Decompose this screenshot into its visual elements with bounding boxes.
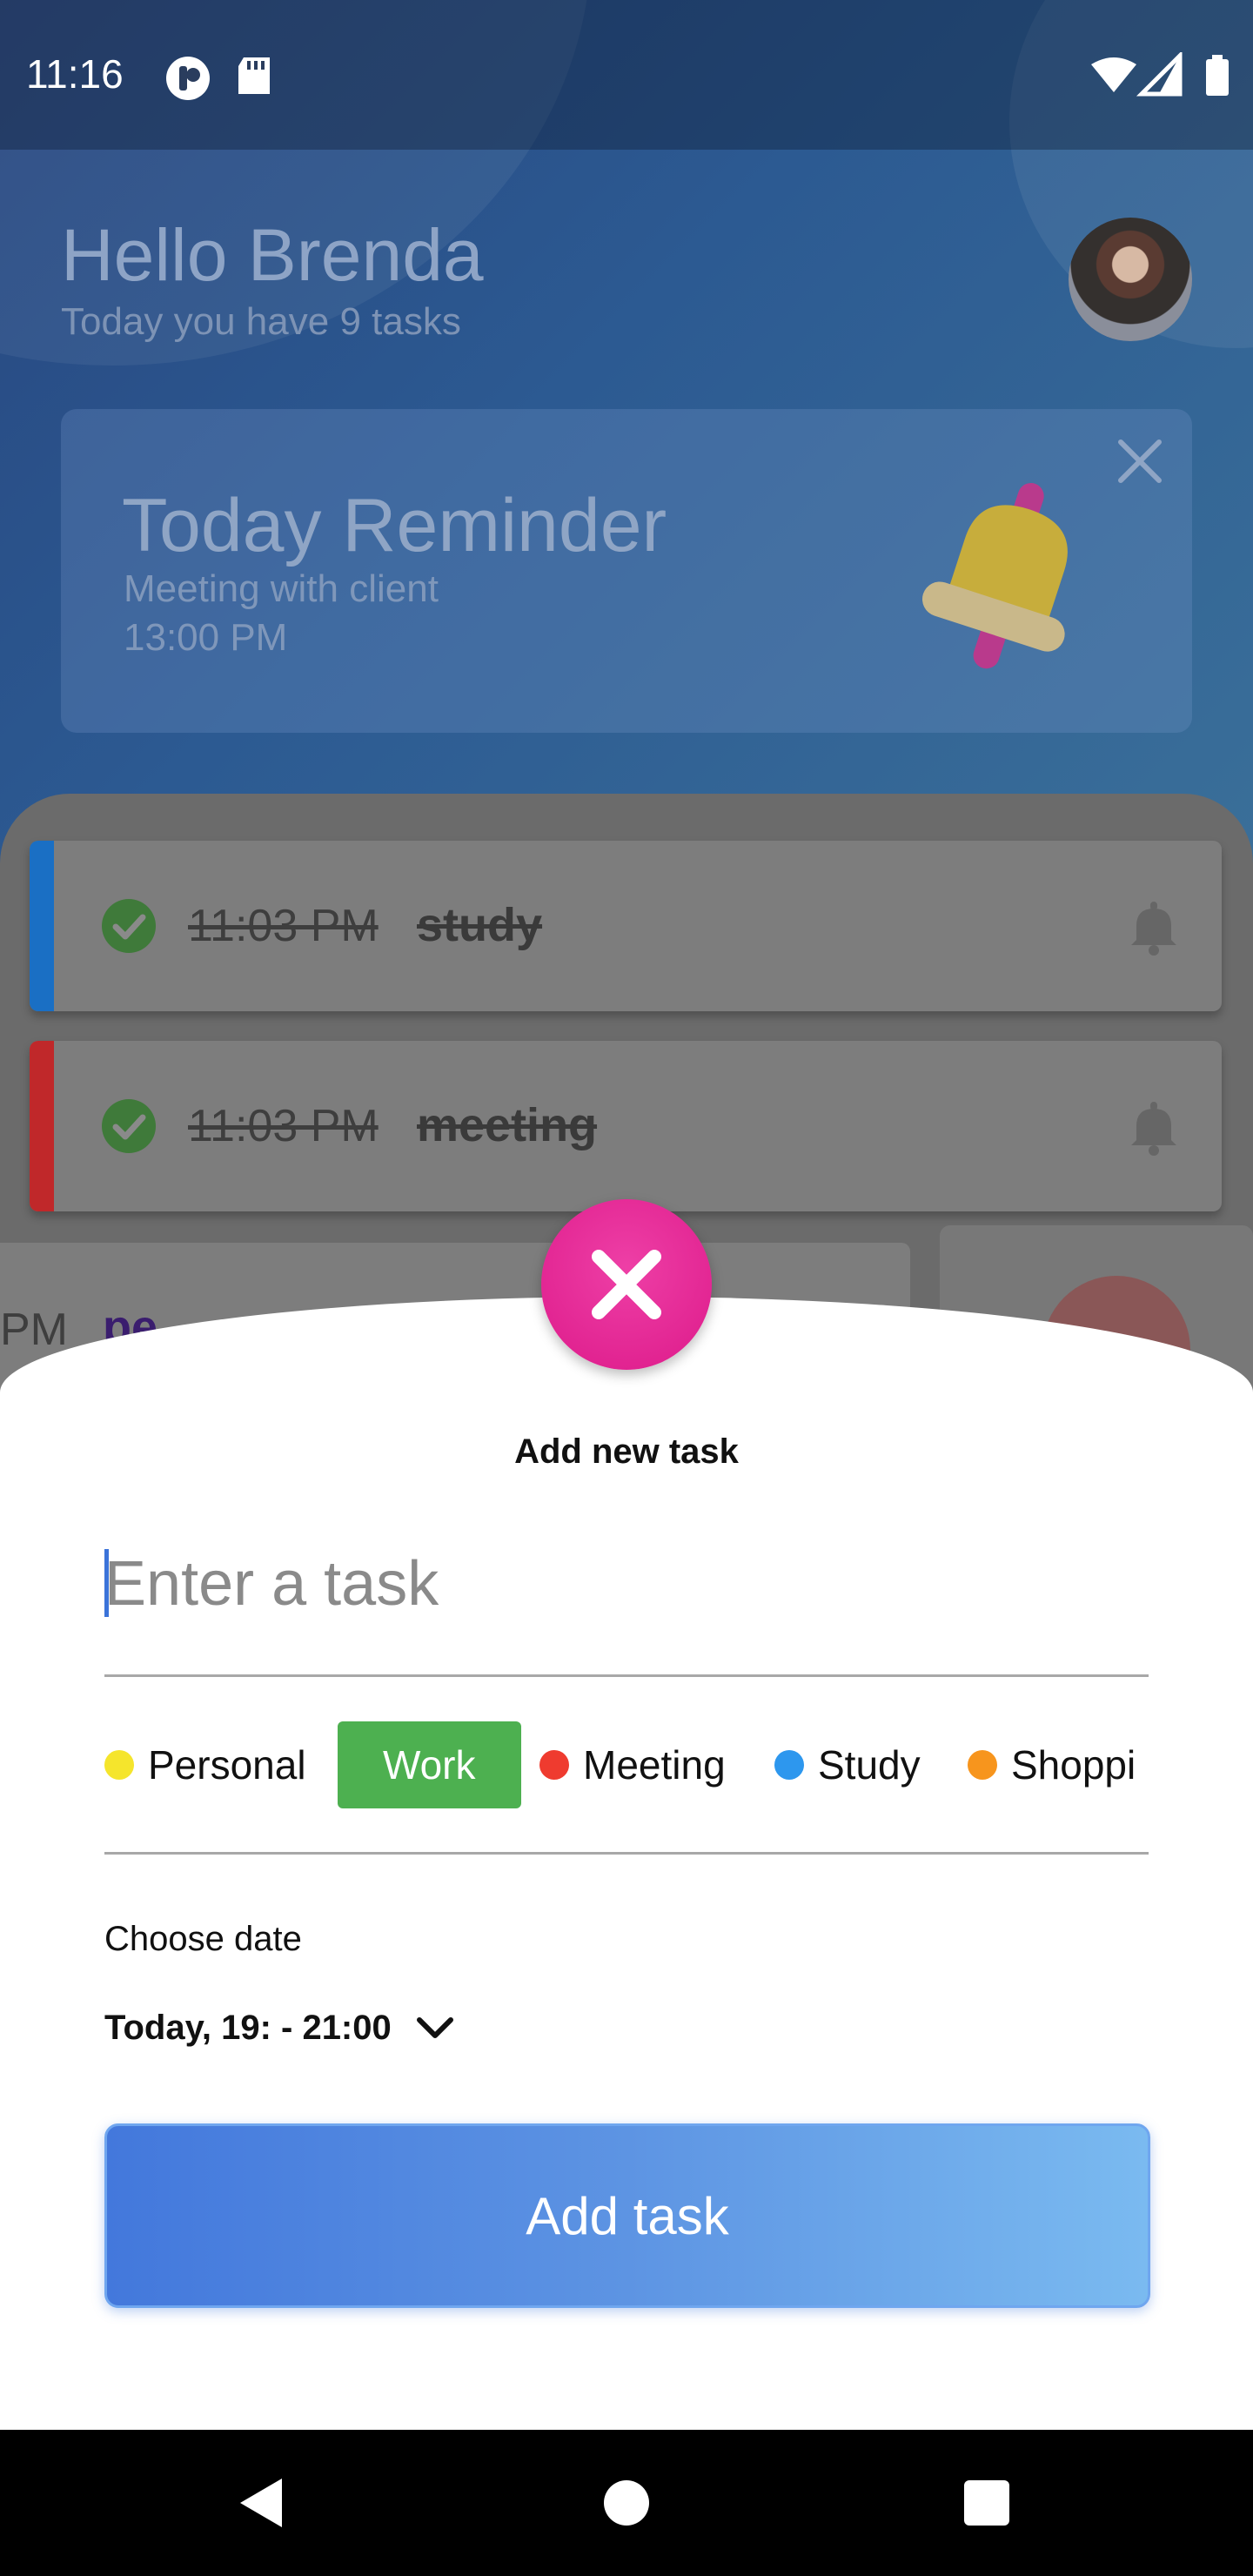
back-icon[interactable] xyxy=(237,2475,285,2531)
category-underline xyxy=(104,1852,1149,1855)
sd-card-icon xyxy=(238,57,270,94)
avatar[interactable] xyxy=(1069,218,1192,341)
close-reminder-icon[interactable] xyxy=(1114,435,1166,487)
recent-apps-icon[interactable] xyxy=(964,2480,1009,2526)
reminder-time: 13:00 PM xyxy=(124,616,288,659)
bell-icon xyxy=(921,483,1068,669)
category-label: Personal xyxy=(148,1742,306,1788)
check-circle-icon[interactable] xyxy=(101,1098,157,1154)
task-name: study xyxy=(417,899,543,951)
status-time: 11:16 xyxy=(26,51,124,97)
task-card[interactable]: 11:03 PM meeting xyxy=(30,1041,1222,1211)
task-card[interactable]: 11:03 PM study xyxy=(30,841,1222,1011)
status-icons xyxy=(1091,52,1229,97)
date-label: Choose date xyxy=(104,1920,302,1958)
add-task-button[interactable]: Add task xyxy=(104,2123,1150,2308)
app-notification-icon xyxy=(166,57,210,100)
category-label: Study xyxy=(818,1742,921,1788)
category-label: Meeting xyxy=(583,1742,726,1788)
close-icon xyxy=(592,1250,661,1319)
task-time: PM xyxy=(0,1305,68,1355)
category-shopping[interactable]: Shoppi xyxy=(968,1721,1136,1808)
category-meeting[interactable]: Meeting xyxy=(539,1721,726,1808)
task-input-container[interactable] xyxy=(104,1540,1149,1676)
close-sheet-button[interactable] xyxy=(541,1199,712,1370)
date-value: Today, 19: - 21:00 xyxy=(104,2008,392,2047)
system-nav-bar xyxy=(0,2430,1253,2576)
task-name: meeting xyxy=(417,1099,598,1151)
bell-icon[interactable] xyxy=(1128,900,1180,956)
task-color-stripe xyxy=(30,1041,54,1211)
reminder-title: Today Reminder xyxy=(122,484,667,567)
category-label: Shoppi xyxy=(1011,1742,1136,1788)
status-bar: 11:16 xyxy=(0,0,1253,150)
battery-icon xyxy=(1206,59,1229,96)
date-dropdown[interactable]: Today, 19: - 21:00 xyxy=(104,2003,454,2052)
category-dot xyxy=(774,1750,804,1780)
home-icon[interactable] xyxy=(604,2480,649,2526)
wifi-icon xyxy=(1091,57,1136,92)
input-underline xyxy=(104,1674,1149,1677)
task-time: 11:03 PM xyxy=(188,901,379,951)
sheet-title: Add new task xyxy=(514,1432,739,1471)
reminder-subtitle: Meeting with client xyxy=(124,567,439,610)
check-circle-icon[interactable] xyxy=(101,898,157,954)
task-count-subtitle: Today you have 9 tasks xyxy=(61,300,461,343)
category-label: Work xyxy=(383,1742,476,1788)
category-dot xyxy=(539,1750,569,1780)
task-color-stripe xyxy=(30,841,54,1011)
category-personal[interactable]: Personal xyxy=(104,1721,306,1808)
category-dot xyxy=(968,1750,997,1780)
greeting-title: Hello Brenda xyxy=(61,214,484,296)
category-dot xyxy=(104,1750,134,1780)
chevron-down-icon xyxy=(416,2017,453,2038)
task-input[interactable] xyxy=(104,1540,1149,1627)
bell-icon[interactable] xyxy=(1128,1100,1180,1156)
category-selector[interactable]: Personal Work Meeting Study Shoppi xyxy=(104,1721,1149,1808)
text-cursor xyxy=(104,1549,109,1617)
category-work[interactable]: Work xyxy=(338,1721,521,1808)
task-time: 11:03 PM xyxy=(188,1101,379,1151)
category-study[interactable]: Study xyxy=(774,1721,921,1808)
